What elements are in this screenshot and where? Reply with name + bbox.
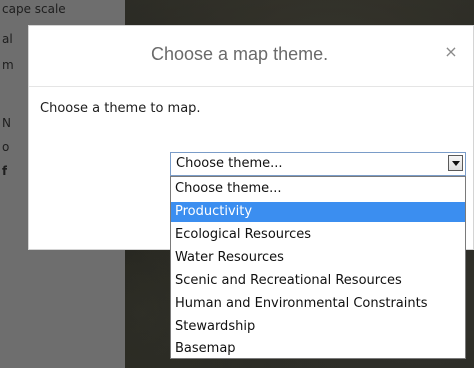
- theme-option[interactable]: Choose theme...: [171, 179, 465, 199]
- dialog-prompt: Choose a theme to map.: [40, 101, 201, 116]
- theme-select[interactable]: Choose theme...: [170, 152, 466, 176]
- side-panel-text: o: [2, 140, 10, 154]
- theme-option-highlighted[interactable]: Productivity: [171, 202, 465, 222]
- side-panel-text: al: [2, 32, 13, 46]
- dialog-header: Choose a map theme. ×: [29, 26, 473, 87]
- side-panel-text: f: [2, 164, 8, 178]
- theme-option[interactable]: Human and Environmental Constraints: [171, 294, 465, 314]
- side-panel-text: N: [2, 116, 11, 130]
- close-icon[interactable]: ×: [443, 42, 459, 62]
- theme-option[interactable]: Scenic and Recreational Resources: [171, 271, 465, 291]
- theme-select-value: Choose theme...: [176, 156, 283, 171]
- theme-listbox[interactable]: Choose theme... Productivity Ecological …: [170, 176, 466, 359]
- side-panel-text: m: [2, 58, 14, 72]
- theme-option[interactable]: Basemap: [171, 339, 465, 359]
- theme-option[interactable]: Water Resources: [171, 248, 465, 268]
- theme-option[interactable]: Ecological Resources: [171, 225, 465, 245]
- dialog-title: Choose a map theme.: [151, 44, 329, 64]
- theme-option[interactable]: Stewardship: [171, 317, 465, 337]
- dropdown-arrow-icon[interactable]: [448, 155, 463, 171]
- side-panel-text: cape scale: [2, 2, 66, 16]
